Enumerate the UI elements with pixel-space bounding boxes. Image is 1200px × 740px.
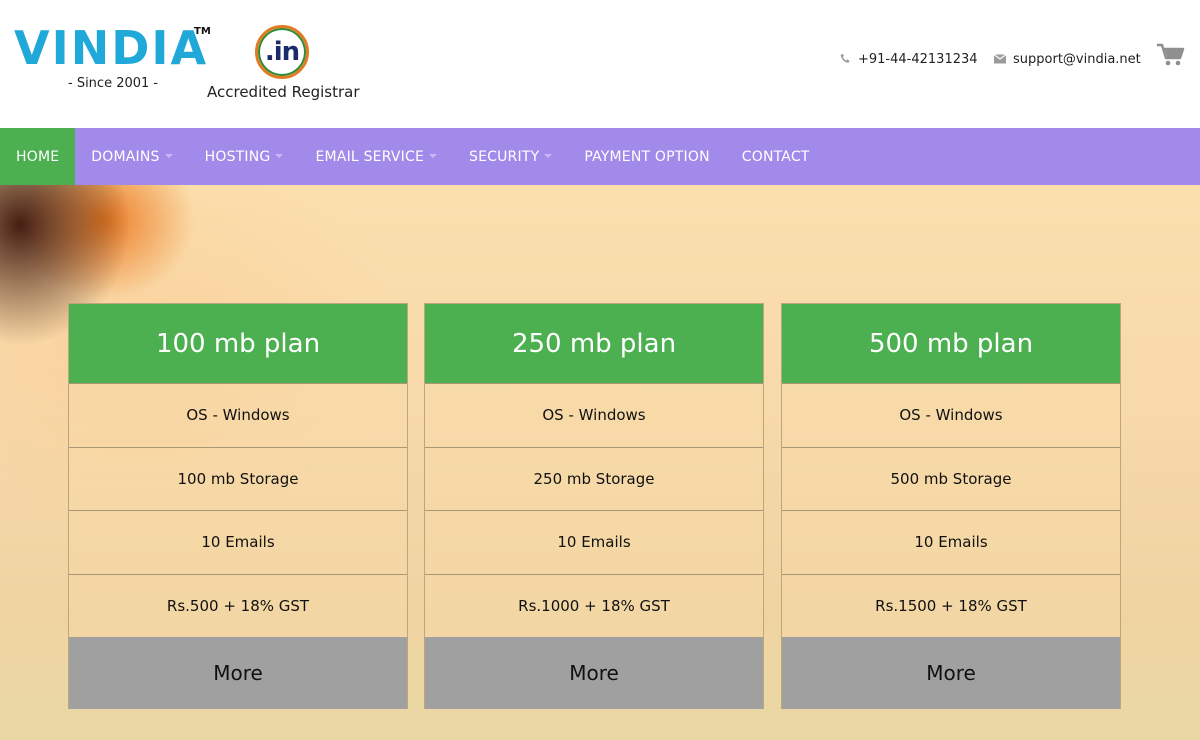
plan-os: OS - Windows xyxy=(782,383,1120,447)
nav-hosting[interactable]: HOSTING xyxy=(189,128,300,185)
plan-price: Rs.1500 + 18% GST xyxy=(782,573,1120,637)
plan-price: Rs.1000 + 18% GST xyxy=(425,573,763,637)
more-button[interactable]: More xyxy=(782,637,1120,709)
nav-contact[interactable]: CONTACT xyxy=(726,128,826,185)
trademark-mark: TM xyxy=(194,26,211,37)
phone-number: +91-44-42131234 xyxy=(858,52,978,67)
plan-card-500mb: 500 mb plan OS - Windows 500 mb Storage … xyxy=(781,303,1121,709)
plan-title: 250 mb plan xyxy=(425,304,763,383)
plan-emails: 10 Emails xyxy=(425,510,763,574)
plan-card-250mb: 250 mb plan OS - Windows 250 mb Storage … xyxy=(424,303,764,709)
since-tagline: - Since 2001 - xyxy=(68,76,159,91)
plan-os: OS - Windows xyxy=(425,383,763,447)
plan-card-100mb: 100 mb plan OS - Windows 100 mb Storage … xyxy=(68,303,408,709)
nav-hosting-label: HOSTING xyxy=(204,148,271,165)
more-button[interactable]: More xyxy=(69,637,407,709)
vindia-logo[interactable]: VINDIA TM - Since 2001 - xyxy=(14,22,214,94)
nav-security[interactable]: SECURITY xyxy=(453,128,568,185)
cart-icon[interactable] xyxy=(1156,42,1186,68)
plan-storage: 500 mb Storage xyxy=(782,446,1120,510)
plan-title: 500 mb plan xyxy=(782,304,1120,383)
more-button[interactable]: More xyxy=(425,637,763,709)
nav-payment-option[interactable]: PAYMENT OPTION xyxy=(568,128,725,185)
caret-down-icon xyxy=(429,153,437,158)
nav-email-service[interactable]: EMAIL SERVICE xyxy=(299,128,453,185)
main-nav: HOME DOMAINS HOSTING EMAIL SERVICE SECUR… xyxy=(0,128,1200,185)
nav-email-service-label: EMAIL SERVICE xyxy=(315,148,424,165)
plan-os: OS - Windows xyxy=(69,383,407,447)
phone-icon xyxy=(840,53,851,67)
plan-emails: 10 Emails xyxy=(782,510,1120,574)
contact-phone[interactable]: +91-44-42131234 xyxy=(840,52,978,67)
plan-storage: 250 mb Storage xyxy=(425,446,763,510)
accredited-registrar-label: Accredited Registrar xyxy=(207,83,360,101)
nav-contact-label: CONTACT xyxy=(741,148,810,165)
caret-down-icon xyxy=(275,153,284,158)
caret-down-icon xyxy=(164,153,173,158)
nav-domains-label: DOMAINS xyxy=(91,148,160,165)
caret-down-icon xyxy=(544,153,553,158)
nav-home-label: HOME xyxy=(16,148,60,165)
site-header: VINDIA TM - Since 2001 - .in Accredited … xyxy=(0,0,1200,128)
nav-domains[interactable]: DOMAINS xyxy=(75,128,188,185)
dot-in-registry-logo: .in xyxy=(255,25,309,79)
dot-in-text: .in xyxy=(264,37,300,67)
logo-wordmark: VINDIA xyxy=(14,21,209,75)
plan-emails: 10 Emails xyxy=(69,510,407,574)
nav-home[interactable]: HOME xyxy=(0,128,76,185)
plan-title: 100 mb plan xyxy=(69,304,407,383)
plan-price: Rs.500 + 18% GST xyxy=(69,573,407,637)
email-address: support@vindia.net xyxy=(1013,52,1141,67)
nav-security-label: SECURITY xyxy=(469,148,540,165)
nav-payment-option-label: PAYMENT OPTION xyxy=(584,148,710,165)
plan-storage: 100 mb Storage xyxy=(69,446,407,510)
envelope-icon xyxy=(993,53,1007,67)
contact-email[interactable]: support@vindia.net xyxy=(993,52,1141,67)
